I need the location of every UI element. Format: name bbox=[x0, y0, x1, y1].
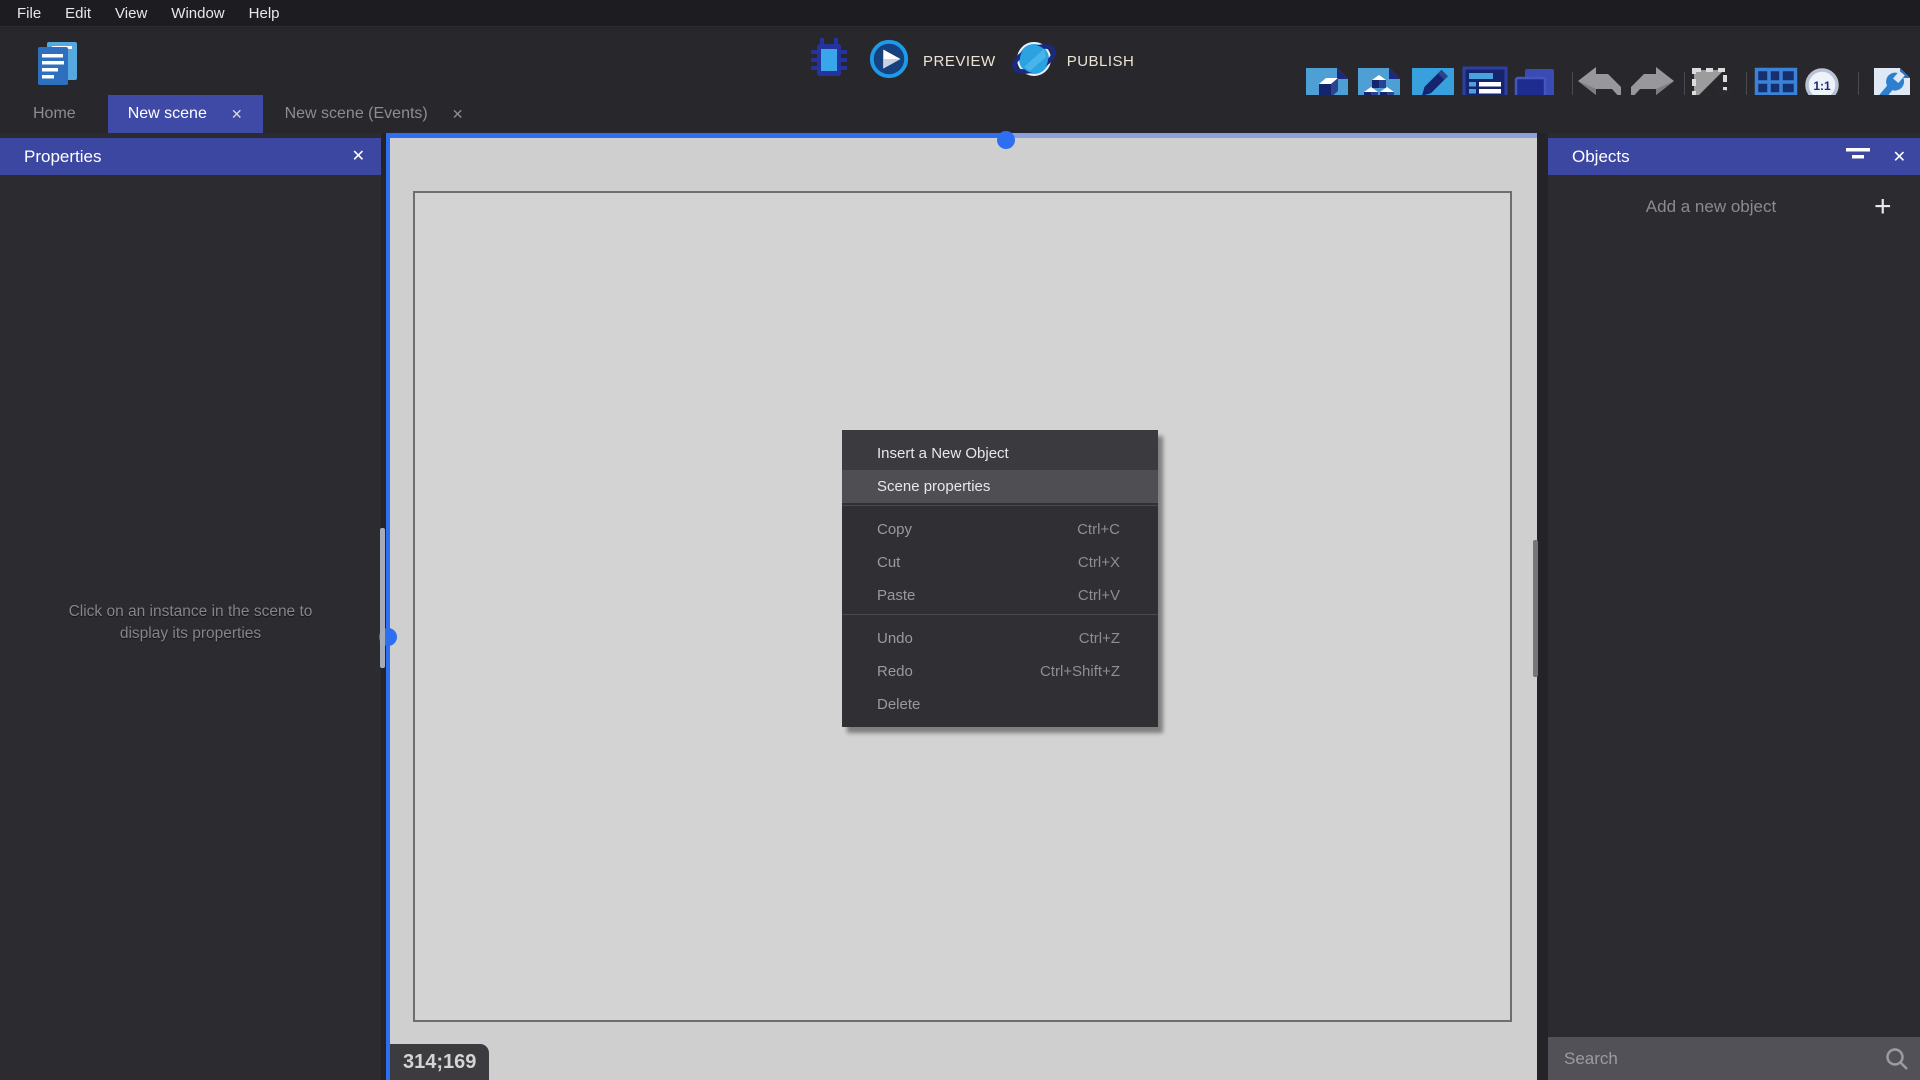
properties-panel: Properties ✕ Click on an instance in the… bbox=[0, 133, 381, 1080]
menu-edit[interactable]: Edit bbox=[53, 0, 103, 27]
context-menu-top-section: Insert a New Object bbox=[842, 430, 1158, 470]
context-menu-item-paste[interactable]: Paste Ctrl+V bbox=[842, 579, 1158, 612]
properties-panel-header: Properties ✕ bbox=[0, 138, 381, 175]
menu-help[interactable]: Help bbox=[237, 0, 292, 27]
preview-label[interactable]: PREVIEW bbox=[923, 53, 996, 70]
menu-window[interactable]: Window bbox=[159, 0, 236, 27]
objects-panel: Objects ✕ Add a new object + bbox=[1548, 133, 1920, 1080]
filter-icon[interactable] bbox=[1845, 146, 1871, 167]
context-menu-item-scene-properties[interactable]: Scene properties bbox=[842, 470, 1158, 503]
context-menu: Insert a New Object Scene properties Cop… bbox=[842, 430, 1158, 727]
objects-panel-header: Objects ✕ bbox=[1548, 138, 1920, 175]
menu-bar: File Edit View Window Help bbox=[0, 0, 1920, 27]
tab-home-label: Home bbox=[33, 105, 76, 123]
context-menu-item-delete[interactable]: Delete bbox=[842, 688, 1158, 721]
svg-text:1:1: 1:1 bbox=[1813, 79, 1831, 93]
objects-search-input[interactable] bbox=[1548, 1037, 1920, 1080]
publish-globe-icon bbox=[1010, 70, 1058, 87]
objects-search-bar bbox=[1548, 1037, 1920, 1080]
close-panel-icon[interactable]: ✕ bbox=[1893, 147, 1906, 167]
context-menu-divider bbox=[842, 614, 1158, 615]
menu-file[interactable]: File bbox=[5, 0, 53, 27]
project-manager-icon bbox=[33, 73, 83, 90]
shortcut-label: Ctrl+Z bbox=[1079, 622, 1120, 655]
toolbar: PREVIEW PUBLISH bbox=[0, 28, 1920, 95]
properties-panel-title: Properties bbox=[0, 147, 101, 167]
context-menu-item-insert-object[interactable]: Insert a New Object bbox=[842, 437, 1158, 470]
add-object-row[interactable]: Add a new object + bbox=[1548, 185, 1920, 229]
shortcut-label: Ctrl+X bbox=[1078, 546, 1120, 579]
preview-button[interactable] bbox=[868, 38, 910, 85]
search-icon bbox=[1884, 1046, 1910, 1077]
cursor-coordinates-badge: 314;169 bbox=[390, 1044, 489, 1080]
splitter-top-accent-muted[interactable] bbox=[1006, 133, 1537, 138]
close-tab-icon[interactable]: ✕ bbox=[231, 106, 243, 123]
context-menu-item-undo[interactable]: Undo Ctrl+Z bbox=[842, 622, 1158, 655]
context-menu-padding bbox=[842, 721, 1158, 727]
project-manager-button[interactable] bbox=[33, 36, 83, 86]
menu-view[interactable]: View bbox=[103, 0, 159, 27]
debugger-button[interactable] bbox=[810, 36, 848, 87]
tab-new-scene-events[interactable]: New scene (Events) ✕ bbox=[267, 95, 482, 133]
tab-new-scene-events-label: New scene (Events) bbox=[285, 105, 428, 123]
tab-new-scene-label: New scene bbox=[128, 105, 207, 123]
splitter-top-accent[interactable] bbox=[386, 133, 1006, 138]
publish-button[interactable] bbox=[1010, 35, 1058, 88]
tab-new-scene[interactable]: New scene ✕ bbox=[108, 95, 263, 133]
play-icon bbox=[868, 67, 910, 84]
add-object-plus-icon[interactable]: + bbox=[1874, 187, 1920, 227]
shortcut-label: Ctrl+Shift+Z bbox=[1040, 655, 1120, 688]
context-menu-item-redo[interactable]: Redo Ctrl+Shift+Z bbox=[842, 655, 1158, 688]
context-menu-item-copy[interactable]: Copy Ctrl+C bbox=[842, 513, 1158, 546]
shortcut-label: Ctrl+C bbox=[1077, 513, 1120, 546]
context-menu-item-cut[interactable]: Cut Ctrl+X bbox=[842, 546, 1158, 579]
splitter-left-accent[interactable] bbox=[386, 133, 390, 1080]
tab-home[interactable]: Home bbox=[15, 95, 94, 133]
context-menu-divider bbox=[842, 505, 1158, 506]
toolbar-center-group: PREVIEW PUBLISH bbox=[810, 28, 1134, 95]
left-scrollbar-thumb[interactable] bbox=[380, 528, 385, 668]
close-panel-icon[interactable]: ✕ bbox=[352, 138, 365, 175]
debugger-bug-icon bbox=[810, 69, 848, 86]
right-scrollbar-thumb[interactable] bbox=[1533, 540, 1538, 677]
objects-panel-title: Objects bbox=[1548, 147, 1630, 167]
close-tab-icon[interactable]: ✕ bbox=[452, 106, 464, 123]
gdevelop-window: File Edit View Window Help bbox=[0, 0, 1920, 1080]
properties-empty-message: Click on an instance in the scene to dis… bbox=[0, 601, 381, 645]
tab-bar: Home New scene ✕ New scene (Events) ✕ bbox=[0, 95, 1920, 133]
add-object-label: Add a new object bbox=[1548, 197, 1874, 217]
splitter-handle-top[interactable] bbox=[997, 131, 1015, 149]
publish-label[interactable]: PUBLISH bbox=[1067, 53, 1135, 70]
shortcut-label: Ctrl+V bbox=[1078, 579, 1120, 612]
